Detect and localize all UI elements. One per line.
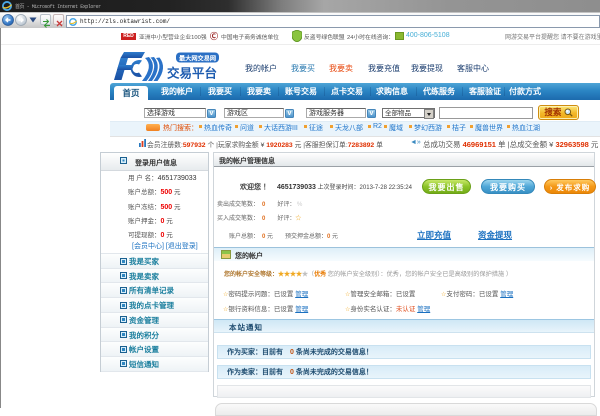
svg-text:交易平台: 交易平台	[167, 66, 217, 81]
svg-text:最大网交易网: 最大网交易网	[179, 55, 216, 63]
